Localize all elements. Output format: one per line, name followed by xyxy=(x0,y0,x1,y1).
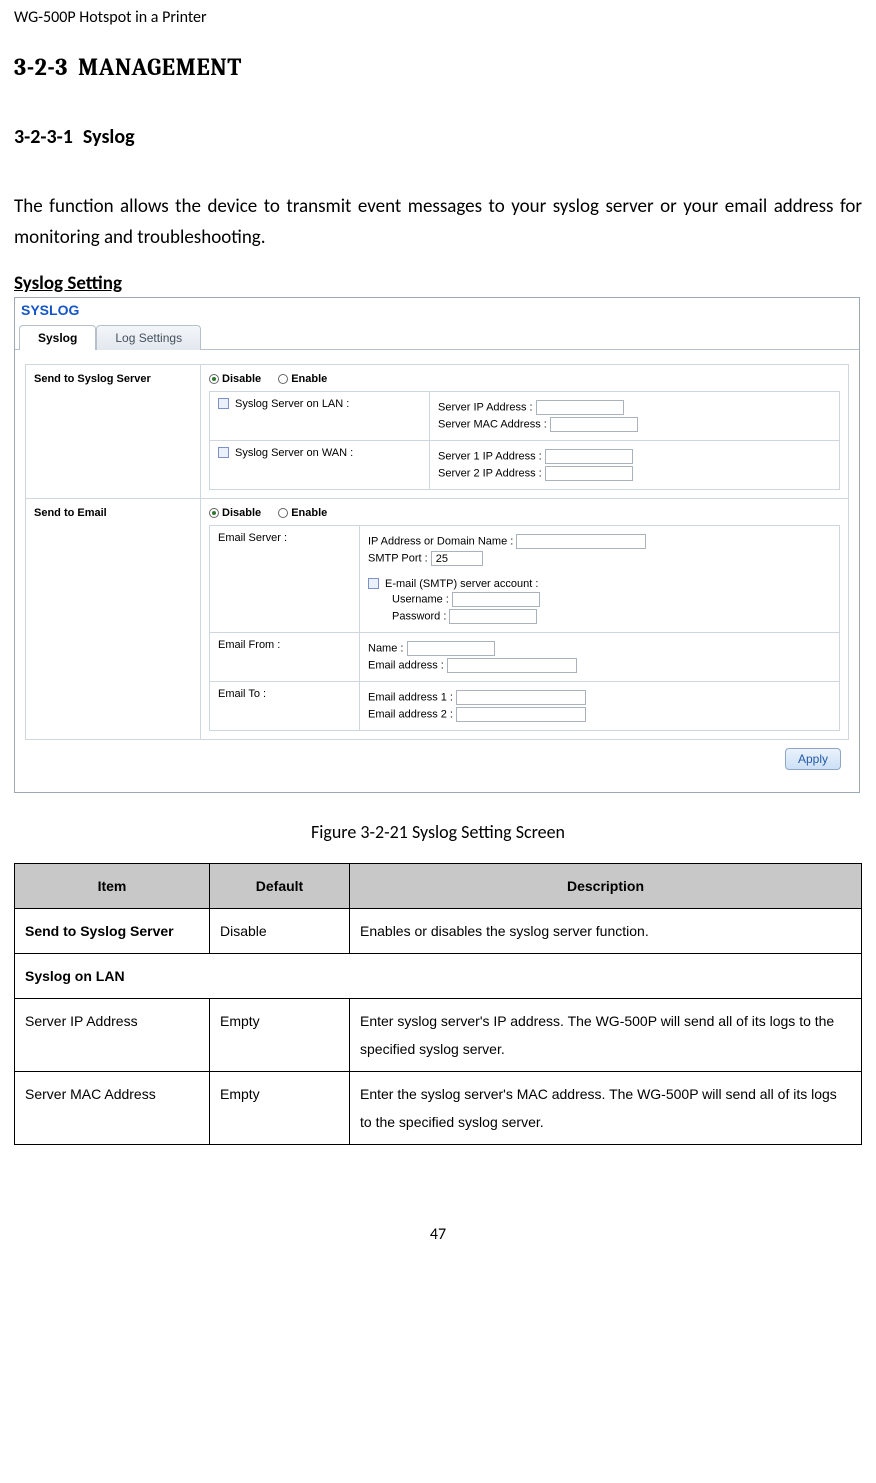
cell-desc: Enter the syslog server's MAC address. T… xyxy=(350,1071,862,1144)
cell-item: Server MAC Address xyxy=(15,1071,210,1144)
tabstrip: Syslog Log Settings xyxy=(15,324,859,350)
lan-mac-input[interactable] xyxy=(550,417,638,432)
intro-paragraph: The function allows the device to transm… xyxy=(14,191,862,254)
panel-title: SYSLOG xyxy=(15,298,859,324)
wan-ip1-label: Server 1 IP Address : xyxy=(438,450,542,462)
email-from-label: Email From : xyxy=(210,632,360,681)
cell-default: Empty xyxy=(210,998,350,1071)
row-label-email: Send to Email xyxy=(26,498,201,739)
checkbox-wan[interactable] xyxy=(218,447,229,458)
email-username-label: Username : xyxy=(392,593,449,605)
email-ipdomain-label: IP Address or Domain Name : xyxy=(368,535,513,547)
setting-heading: Syslog Setting xyxy=(14,272,862,295)
email-from-addr-input[interactable] xyxy=(447,658,577,673)
th-default: Default xyxy=(210,863,350,908)
page-number: 47 xyxy=(14,1205,862,1258)
email-to1-label: Email address 1 : xyxy=(368,691,453,703)
email-username-input[interactable] xyxy=(452,592,540,607)
radio-syslog-enable[interactable] xyxy=(278,374,288,384)
apply-button[interactable]: Apply xyxy=(785,748,841,770)
table-section-row: Syslog on LAN xyxy=(15,953,862,998)
email-from-name-input[interactable] xyxy=(407,641,495,656)
table-row: Server IP Address Empty Enter syslog ser… xyxy=(15,998,862,1071)
cell-desc: Enables or disables the syslog server fu… xyxy=(350,908,862,953)
email-smtp-label: SMTP Port : xyxy=(368,552,428,564)
radio-email-enable[interactable] xyxy=(278,508,288,518)
radio-syslog-enable-label: Enable xyxy=(291,373,327,385)
cell-item: Send to Syslog Server xyxy=(15,908,210,953)
email-to-label: Email To : xyxy=(210,681,360,730)
radio-syslog-disable-label: Disable xyxy=(222,373,261,385)
email-server-label: Email Server : xyxy=(210,525,360,632)
document-header: WG-500P Hotspot in a Printer xyxy=(14,8,862,27)
syslog-wan-label: Syslog Server on WAN : xyxy=(235,447,353,459)
section-heading: 3-2-3 MANAGEMENT xyxy=(14,53,862,81)
email-password-input[interactable] xyxy=(449,609,537,624)
cell-desc: Enter syslog server's IP address. The WG… xyxy=(350,998,862,1071)
form-table: Send to Syslog Server Disable Enable Sys… xyxy=(25,364,849,740)
tab-syslog[interactable]: Syslog xyxy=(19,325,96,350)
email-from-addr-label: Email address : xyxy=(368,659,444,671)
subsection-heading: 3-2-3-1 Syslog xyxy=(14,125,862,149)
row-label-syslog: Send to Syslog Server xyxy=(26,364,201,498)
syslog-lan-label: Syslog Server on LAN : xyxy=(235,398,349,410)
email-to2-input[interactable] xyxy=(456,707,586,722)
th-description: Description xyxy=(350,863,862,908)
tab-log-settings[interactable]: Log Settings xyxy=(96,325,201,350)
cell-section: Syslog on LAN xyxy=(15,953,862,998)
section-number: 3-2-3 xyxy=(14,53,68,81)
email-ipdomain-input[interactable] xyxy=(516,534,646,549)
checkbox-lan[interactable] xyxy=(218,398,229,409)
email-to1-input[interactable] xyxy=(456,690,586,705)
email-from-name-label: Name : xyxy=(368,642,403,654)
lan-mac-label: Server MAC Address : xyxy=(438,418,547,430)
email-sub-table: Email Server : IP Address or Domain Name… xyxy=(209,525,840,731)
email-password-label: Password : xyxy=(392,610,446,622)
lan-ip-input[interactable] xyxy=(536,400,624,415)
th-item: Item xyxy=(15,863,210,908)
radio-email-enable-label: Enable xyxy=(291,507,327,519)
email-to2-label: Email address 2 : xyxy=(368,708,453,720)
lan-ip-label: Server IP Address : xyxy=(438,401,533,413)
cell-item: Server IP Address xyxy=(15,998,210,1071)
subsection-number: 3-2-3-1 xyxy=(14,125,73,149)
cell-default: Disable xyxy=(210,908,350,953)
radio-email-disable[interactable] xyxy=(209,508,219,518)
email-account-label: E-mail (SMTP) server account : xyxy=(385,578,538,590)
wan-ip2-input[interactable] xyxy=(545,466,633,481)
radio-syslog-disable[interactable] xyxy=(209,374,219,384)
table-row: Send to Syslog Server Disable Enables or… xyxy=(15,908,862,953)
cell-default: Empty xyxy=(210,1071,350,1144)
wan-ip1-input[interactable] xyxy=(545,449,633,464)
syslog-sub-table: Syslog Server on LAN : Server IP Address… xyxy=(209,391,840,490)
section-title: MANAGEMENT xyxy=(78,53,242,81)
description-table: Item Default Description Send to Syslog … xyxy=(14,863,862,1145)
radio-email-disable-label: Disable xyxy=(222,507,261,519)
syslog-screenshot: SYSLOG Syslog Log Settings Send to Syslo… xyxy=(14,297,860,793)
wan-ip2-label: Server 2 IP Address : xyxy=(438,467,542,479)
subsection-title: Syslog xyxy=(83,125,135,149)
checkbox-smtp-account[interactable] xyxy=(368,578,379,589)
email-smtp-input[interactable]: 25 xyxy=(431,551,483,566)
table-row: Server MAC Address Empty Enter the syslo… xyxy=(15,1071,862,1144)
figure-caption: Figure 3-2-21 Syslog Setting Screen xyxy=(14,821,862,843)
